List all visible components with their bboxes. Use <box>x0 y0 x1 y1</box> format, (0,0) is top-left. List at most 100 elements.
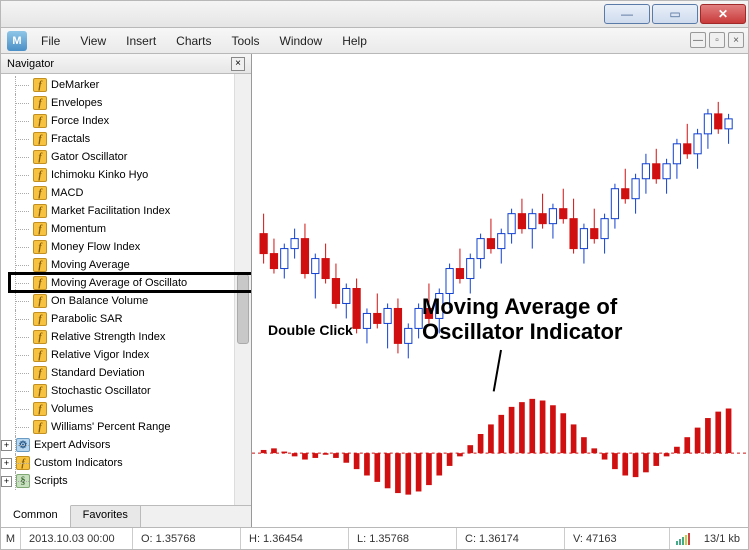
annotation-main-label: Moving Average of Oscillator Indicator <box>422 294 623 345</box>
annotation-double-click: Double Click <box>268 322 353 338</box>
expand-icon[interactable]: + <box>1 458 12 469</box>
status-date: 2013.10.03 00:00 <box>21 528 133 549</box>
group-icon: ⚙ <box>16 438 30 452</box>
indicator-icon: f <box>33 96 47 110</box>
status-m: M <box>1 528 21 549</box>
menu-tools[interactable]: Tools <box>222 28 270 53</box>
tree-item-label: Gator Oscillator <box>51 151 127 163</box>
tree-item-relative-vigor-index[interactable]: fRelative Vigor Index <box>13 346 251 364</box>
expand-icon[interactable]: + <box>1 476 12 487</box>
tree-item-label: Money Flow Index <box>51 241 140 253</box>
tree-item-label: Volumes <box>51 403 93 415</box>
status-close: C: 1.36174 <box>457 528 565 549</box>
tree-item-macd[interactable]: fMACD <box>13 184 251 202</box>
indicator-icon: f <box>33 420 47 434</box>
menu-help[interactable]: Help <box>332 28 377 53</box>
tree-item-momentum[interactable]: fMomentum <box>13 220 251 238</box>
tree-item-williams-percent-range[interactable]: f Williams' Percent Range <box>13 418 251 436</box>
tree-group-sc[interactable]: +§Scripts <box>13 472 251 490</box>
menu-file[interactable]: File <box>31 28 70 53</box>
tree-group-label: Custom Indicators <box>34 457 123 469</box>
scrollbar-thumb[interactable] <box>237 274 249 344</box>
tree-item-parabolic-sar[interactable]: f Parabolic SAR <box>13 310 251 328</box>
menu-insert[interactable]: Insert <box>116 28 166 53</box>
chart-area[interactable]: Double Click Moving Average of Oscillato… <box>252 54 748 527</box>
mdi-restore-button[interactable]: ▫ <box>709 32 725 48</box>
group-icon: § <box>16 474 30 488</box>
tree-item-label: Stochastic Oscillator <box>51 385 151 397</box>
indicator-icon: f <box>33 312 47 326</box>
tree-group-label: Scripts <box>34 475 68 487</box>
tree-item-standard-deviation[interactable]: f Standard Deviation <box>13 364 251 382</box>
navigator-tabs: Common Favorites <box>1 505 251 527</box>
indicator-icon: f <box>33 240 47 254</box>
mdi-close-button[interactable]: × <box>728 32 744 48</box>
tree-item-envelopes[interactable]: f Envelopes <box>13 94 251 112</box>
tab-common[interactable]: Common <box>1 505 71 527</box>
tab-favorites[interactable]: Favorites <box>71 505 141 527</box>
tree-item-on-balance-volume[interactable]: fOn Balance Volume <box>13 292 251 310</box>
tree-item-volumes[interactable]: f Volumes <box>13 400 251 418</box>
chart-svg <box>252 54 748 527</box>
close-button[interactable]: ✕ <box>700 4 746 24</box>
menu-window[interactable]: Window <box>270 28 333 53</box>
indicator-icon: f <box>33 168 47 182</box>
tree-item-stochastic-oscillator[interactable]: fStochastic Oscillator <box>13 382 251 400</box>
tree-item-label: Williams' Percent Range <box>51 421 170 433</box>
tree-item-moving-average-of-oscillato[interactable]: f Moving Average of Oscillato <box>13 274 251 292</box>
tree-item-force-index[interactable]: f Force Index <box>13 112 251 130</box>
indicator-icon: f <box>33 258 47 272</box>
tree-item-label: Envelopes <box>51 97 102 109</box>
tree-item-money-flow-index[interactable]: f Money Flow Index <box>13 238 251 256</box>
tree-item-gator-oscillator[interactable]: f Gator Oscillator <box>13 148 251 166</box>
indicator-icon: f <box>33 204 47 218</box>
tree-item-market-facilitation-index[interactable]: fMarket Facilitation Index <box>13 202 251 220</box>
tree-item-label: On Balance Volume <box>51 295 148 307</box>
tree-item-label: DeMarker <box>51 79 99 91</box>
status-volume: V: 47163 <box>565 528 670 549</box>
tree-item-moving-average[interactable]: f Moving Average <box>13 256 251 274</box>
tree-group-ci[interactable]: +fCustom Indicators <box>13 454 251 472</box>
maximize-button[interactable]: ▭ <box>652 4 698 24</box>
tree-item-label: Parabolic SAR <box>51 313 123 325</box>
minimize-button[interactable]: — <box>604 4 650 24</box>
tree-group-label: Expert Advisors <box>34 439 110 451</box>
menu-view[interactable]: View <box>70 28 116 53</box>
tree-item-label: Force Index <box>51 115 109 127</box>
tree-item-fractals[interactable]: fFractals <box>13 130 251 148</box>
indicator-icon: f <box>33 78 47 92</box>
tree-item-label: Moving Average of Oscillato <box>51 277 187 289</box>
indicator-icon: f <box>33 114 47 128</box>
expand-icon[interactable]: + <box>1 440 12 451</box>
tree-item-label: Relative Vigor Index <box>51 349 149 361</box>
tree-item-demarker[interactable]: f DeMarker <box>13 76 251 94</box>
mdi-minimize-button[interactable]: — <box>690 32 706 48</box>
navigator-panel: Navigator × f DeMarker f Envelopes f Force In… <box>1 54 252 527</box>
menu-bar: M File View Insert Charts Tools Window H… <box>0 28 749 54</box>
indicator-icon: f <box>33 150 47 164</box>
tree-item-relative-strength-index[interactable]: fRelative Strength Index <box>13 328 251 346</box>
indicator-icon: f <box>33 276 47 290</box>
indicator-icon: f <box>33 132 47 146</box>
navigator-tree[interactable]: f DeMarker f Envelopes f Force Index fFractals… <box>1 74 251 505</box>
tree-item-ichimoku-kinko-hyo[interactable]: f Ichimoku Kinko Hyo <box>13 166 251 184</box>
tree-item-label: Ichimoku Kinko Hyo <box>51 169 148 181</box>
navigator-title: Navigator <box>7 58 54 70</box>
group-icon: f <box>16 456 30 470</box>
status-low: L: 1.35768 <box>349 528 457 549</box>
indicator-icon: f <box>33 402 47 416</box>
app-icon: M <box>7 31 27 51</box>
indicator-icon: f <box>33 366 47 380</box>
workspace: Navigator × f DeMarker f Envelopes f Force In… <box>0 54 749 528</box>
tree-item-label: Moving Average <box>51 259 130 271</box>
status-kb: 13/1 kb <box>696 528 748 549</box>
tree-item-label: Momentum <box>51 223 106 235</box>
navigator-scrollbar[interactable] <box>234 74 251 505</box>
tree-group-ea[interactable]: +⚙Expert Advisors <box>13 436 251 454</box>
status-high: H: 1.36454 <box>241 528 349 549</box>
indicator-icon: f <box>33 186 47 200</box>
tree-item-label: Standard Deviation <box>51 367 145 379</box>
navigator-close-button[interactable]: × <box>231 57 245 71</box>
menu-charts[interactable]: Charts <box>166 28 221 53</box>
status-connection-icon <box>676 533 690 545</box>
